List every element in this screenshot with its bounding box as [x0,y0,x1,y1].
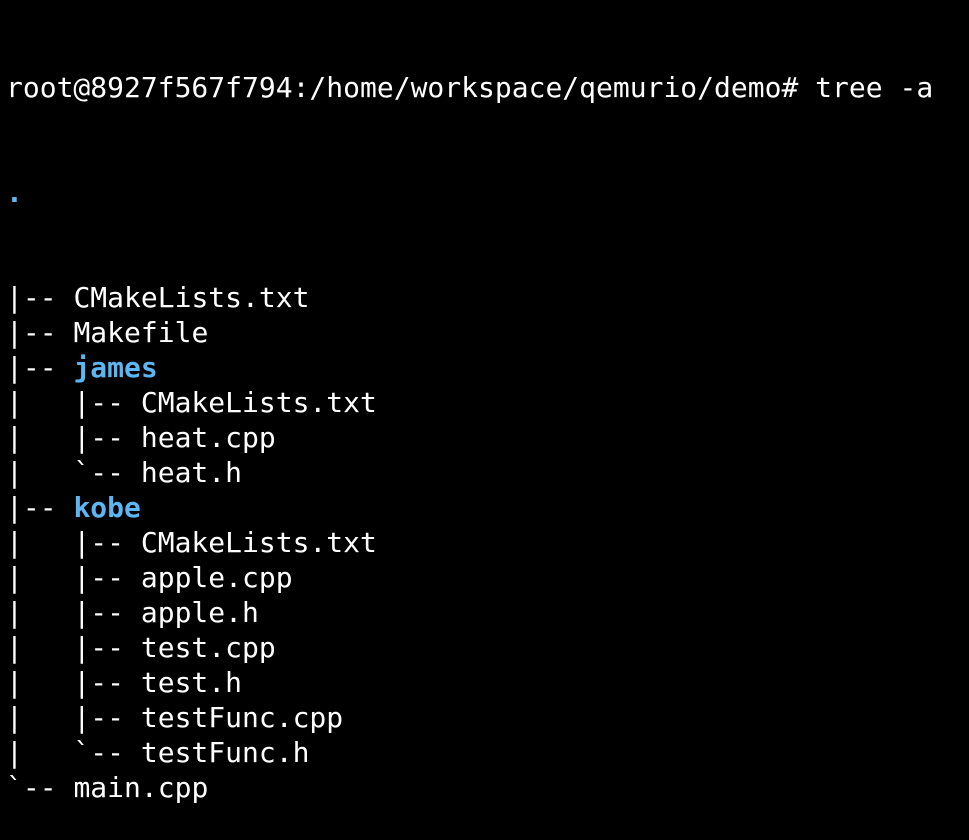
tree-root-line: . [6,175,966,210]
tree-file-line: | |-- testFunc.cpp [6,700,966,735]
tree-branch: |-- [6,281,74,314]
tree-file-line: | |-- test.cpp [6,630,966,665]
tree-file-line: `-- main.cpp [6,770,966,805]
tree-branch: | |-- [6,701,141,734]
tree-file-line: | |-- CMakeLists.txt [6,385,966,420]
tree-branch: | |-- [6,421,141,454]
file-name: apple.cpp [140,561,293,594]
file-name: test.h [140,666,243,699]
tree-branch: | `-- [6,736,141,769]
tree-file-line: | `-- testFunc.h [6,735,966,770]
tree-dir-line: |-- james [6,350,966,385]
tree-branch: | |-- [6,631,141,664]
tree-file-line: | |-- CMakeLists.txt [6,525,966,560]
file-name: heat.h [140,456,243,489]
command-line: root@8927f567f794:/home/workspace/qemuri… [6,70,966,105]
command-text: tree -a [815,71,934,104]
file-name: testFunc.cpp [140,701,344,734]
directory-name: james [73,351,158,384]
tree-branch: | |-- [6,666,141,699]
tree-branch: |-- [6,351,74,384]
file-name: test.cpp [140,631,276,664]
tree-file-line: | |-- apple.cpp [6,560,966,595]
tree-file-line: |-- Makefile [6,315,966,350]
tree-branch: | |-- [6,561,141,594]
tree-branch: | |-- [6,386,141,419]
tree-file-line: | |-- apple.h [6,595,966,630]
tree-file-line: | |-- heat.cpp [6,420,966,455]
tree-file-line: | `-- heat.h [6,455,966,490]
tree-branch: `-- [6,771,74,804]
directory-name: kobe [73,491,141,524]
tree-file-line: | |-- test.h [6,665,966,700]
file-name: CMakeLists.txt [73,281,310,314]
file-name: heat.cpp [140,421,276,454]
tree-branch: |-- [6,316,74,349]
file-name: Makefile [73,316,209,349]
file-name: testFunc.h [140,736,310,769]
file-name: CMakeLists.txt [140,386,377,419]
tree-branch: |-- [6,491,74,524]
tree-root: . [6,176,23,209]
tree-output: |-- CMakeLists.txt |-- Makefile |-- james |… [6,280,966,805]
file-name: CMakeLists.txt [140,526,377,559]
tree-branch: | `-- [6,456,141,489]
tree-branch: | |-- [6,526,141,559]
terminal-window[interactable]: root@8927f567f794:/home/workspace/qemuri… [6,0,966,804]
shell-prompt: root@8927f567f794:/home/workspace/qemuri… [6,71,799,104]
tree-dir-line: |-- kobe [6,490,966,525]
tree-file-line: |-- CMakeLists.txt [6,280,966,315]
file-name: main.cpp [73,771,209,804]
